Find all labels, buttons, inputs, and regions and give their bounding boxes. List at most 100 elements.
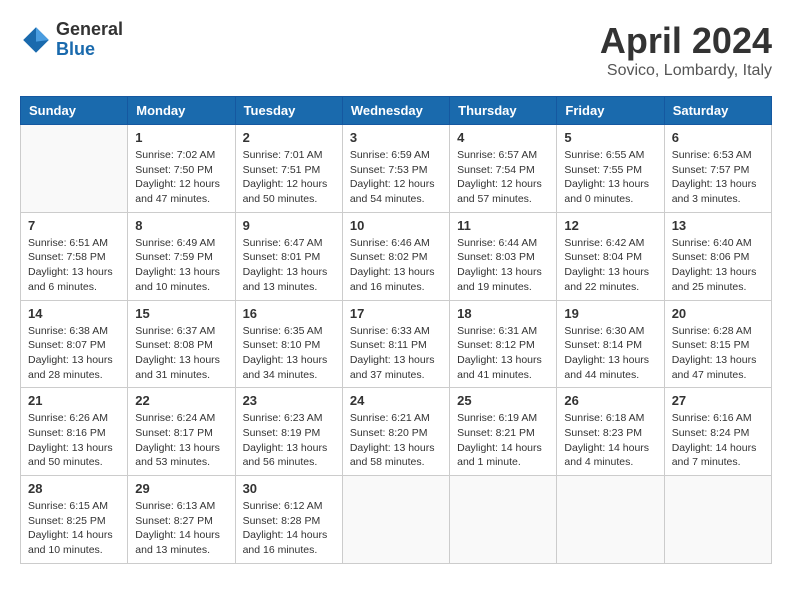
day-number: 7 xyxy=(28,218,120,233)
day-number: 20 xyxy=(672,306,764,321)
header-day: Thursday xyxy=(450,97,557,125)
day-info: Sunrise: 6:31 AMSunset: 8:12 PMDaylight:… xyxy=(457,324,549,383)
calendar-cell xyxy=(450,476,557,564)
calendar-cell: 1Sunrise: 7:02 AMSunset: 7:50 PMDaylight… xyxy=(128,125,235,213)
calendar-cell: 29 Sunrise: 6:13 AMSunset: 8:27 PMDayligh… xyxy=(128,476,235,564)
calendar-cell xyxy=(21,125,128,213)
calendar-week-row: 21 Sunrise: 6:26 AMSunset: 8:16 PMDayligh… xyxy=(21,388,772,476)
calendar-cell xyxy=(342,476,449,564)
day-number: 1 xyxy=(135,130,227,145)
calendar-cell: 26 Sunrise: 6:18 AMSunset: 8:23 PMDayligh… xyxy=(557,388,664,476)
day-info: Sunrise: 6:30 AMSunset: 8:14 PMDaylight:… xyxy=(564,324,656,383)
day-number: 12 xyxy=(564,218,656,233)
day-number: 25 xyxy=(457,393,549,408)
day-info: Sunrise: 6:21 AMSunset: 8:20 PMDaylight:… xyxy=(350,411,442,470)
header-row: SundayMondayTuesdayWednesdayThursdayFrid… xyxy=(21,97,772,125)
calendar-cell: 10Sunrise: 6:46 AMSunset: 8:02 PMDayligh… xyxy=(342,212,449,300)
calendar-cell: 28 Sunrise: 6:15 AMSunset: 8:25 PMDayligh… xyxy=(21,476,128,564)
logo-icon xyxy=(20,24,52,56)
day-number: 18 xyxy=(457,306,549,321)
day-number: 21 xyxy=(28,393,120,408)
day-number: 2 xyxy=(243,130,335,145)
logo-text: General Blue xyxy=(56,20,123,60)
calendar-cell: 2Sunrise: 7:01 AMSunset: 7:51 PMDaylight… xyxy=(235,125,342,213)
subtitle: Sovico, Lombardy, Italy xyxy=(600,62,772,80)
day-info: Sunrise: 6:28 AMSunset: 8:15 PMDaylight:… xyxy=(672,324,764,383)
title-block: April 2024 Sovico, Lombardy, Italy xyxy=(600,20,772,80)
calendar-cell: 30 Sunrise: 6:12 AMSunset: 8:28 PMDayligh… xyxy=(235,476,342,564)
day-number: 13 xyxy=(672,218,764,233)
calendar-cell: 19 Sunrise: 6:30 AMSunset: 8:14 PMDayligh… xyxy=(557,300,664,388)
day-info: Sunrise: 6:15 AMSunset: 8:25 PMDaylight:… xyxy=(28,499,120,558)
day-number: 29 xyxy=(135,481,227,496)
day-number: 10 xyxy=(350,218,442,233)
calendar-cell: 22Sunrise: 6:24 AMSunset: 8:17 PMDayligh… xyxy=(128,388,235,476)
calendar-cell: 6Sunrise: 6:53 AMSunset: 7:57 PMDaylight… xyxy=(664,125,771,213)
calendar-cell: 21 Sunrise: 6:26 AMSunset: 8:16 PMDayligh… xyxy=(21,388,128,476)
calendar-cell xyxy=(557,476,664,564)
day-number: 28 xyxy=(28,481,120,496)
logo-blue: Blue xyxy=(56,40,123,60)
calendar-table: SundayMondayTuesdayWednesdayThursdayFrid… xyxy=(20,96,772,564)
day-info: Sunrise: 6:59 AMSunset: 7:53 PMDaylight:… xyxy=(350,148,442,207)
header-day: Tuesday xyxy=(235,97,342,125)
day-info: Sunrise: 6:26 AMSunset: 8:16 PMDaylight:… xyxy=(28,411,120,470)
day-number: 3 xyxy=(350,130,442,145)
calendar-cell: 4 Sunrise: 6:57 AMSunset: 7:54 PMDaylight… xyxy=(450,125,557,213)
header-day: Monday xyxy=(128,97,235,125)
day-number: 30 xyxy=(243,481,335,496)
day-info: Sunrise: 6:33 AMSunset: 8:11 PMDaylight:… xyxy=(350,324,442,383)
day-info: Sunrise: 6:12 AMSunset: 8:28 PMDaylight:… xyxy=(243,499,335,558)
day-info: Sunrise: 6:18 AMSunset: 8:23 PMDaylight:… xyxy=(564,411,656,470)
day-info: Sunrise: 6:37 AMSunset: 8:08 PMDaylight:… xyxy=(135,324,227,383)
day-number: 24 xyxy=(350,393,442,408)
page-header: General Blue April 2024 Sovico, Lombardy… xyxy=(20,20,772,80)
calendar-cell xyxy=(664,476,771,564)
day-info: Sunrise: 6:49 AMSunset: 7:59 PMDaylight:… xyxy=(135,236,227,295)
main-title: April 2024 xyxy=(600,20,772,62)
day-info: Sunrise: 6:35 AMSunset: 8:10 PMDaylight:… xyxy=(243,324,335,383)
day-info: Sunrise: 6:24 AMSunset: 8:17 PMDaylight:… xyxy=(135,411,227,470)
day-info: Sunrise: 6:44 AMSunset: 8:03 PMDaylight:… xyxy=(457,236,549,295)
day-info: Sunrise: 6:55 AMSunset: 7:55 PMDaylight:… xyxy=(564,148,656,207)
calendar-cell: 27 Sunrise: 6:16 AMSunset: 8:24 PMDayligh… xyxy=(664,388,771,476)
day-number: 19 xyxy=(564,306,656,321)
calendar-cell: 23Sunrise: 6:23 AMSunset: 8:19 PMDayligh… xyxy=(235,388,342,476)
calendar-cell: 24 Sunrise: 6:21 AMSunset: 8:20 PMDayligh… xyxy=(342,388,449,476)
calendar-cell: 17 Sunrise: 6:33 AMSunset: 8:11 PMDayligh… xyxy=(342,300,449,388)
day-number: 14 xyxy=(28,306,120,321)
calendar-cell: 9 Sunrise: 6:47 AMSunset: 8:01 PMDaylight… xyxy=(235,212,342,300)
day-info: Sunrise: 6:23 AMSunset: 8:19 PMDaylight:… xyxy=(243,411,335,470)
day-info: Sunrise: 6:51 AMSunset: 7:58 PMDaylight:… xyxy=(28,236,120,295)
day-info: Sunrise: 6:19 AMSunset: 8:21 PMDaylight:… xyxy=(457,411,549,470)
calendar-cell: 5 Sunrise: 6:55 AMSunset: 7:55 PMDaylight… xyxy=(557,125,664,213)
header-day: Wednesday xyxy=(342,97,449,125)
calendar-cell: 25 Sunrise: 6:19 AMSunset: 8:21 PMDayligh… xyxy=(450,388,557,476)
day-info: Sunrise: 6:16 AMSunset: 8:24 PMDaylight:… xyxy=(672,411,764,470)
calendar-cell: 8Sunrise: 6:49 AMSunset: 7:59 PMDaylight… xyxy=(128,212,235,300)
calendar-cell: 18 Sunrise: 6:31 AMSunset: 8:12 PMDayligh… xyxy=(450,300,557,388)
day-info: Sunrise: 6:13 AMSunset: 8:27 PMDaylight:… xyxy=(135,499,227,558)
day-number: 9 xyxy=(243,218,335,233)
day-info: Sunrise: 6:42 AMSunset: 8:04 PMDaylight:… xyxy=(564,236,656,295)
header-day: Friday xyxy=(557,97,664,125)
header-day: Sunday xyxy=(21,97,128,125)
day-number: 17 xyxy=(350,306,442,321)
day-number: 5 xyxy=(564,130,656,145)
day-number: 11 xyxy=(457,218,549,233)
logo: General Blue xyxy=(20,20,123,60)
day-info: Sunrise: 6:47 AMSunset: 8:01 PMDaylight:… xyxy=(243,236,335,295)
day-info: Sunrise: 6:38 AMSunset: 8:07 PMDaylight:… xyxy=(28,324,120,383)
day-number: 27 xyxy=(672,393,764,408)
day-number: 4 xyxy=(457,130,549,145)
header-day: Saturday xyxy=(664,97,771,125)
day-info: Sunrise: 6:53 AMSunset: 7:57 PMDaylight:… xyxy=(672,148,764,207)
day-info: Sunrise: 6:57 AMSunset: 7:54 PMDaylight:… xyxy=(457,148,549,207)
calendar-cell: 13 Sunrise: 6:40 AMSunset: 8:06 PMDayligh… xyxy=(664,212,771,300)
day-number: 26 xyxy=(564,393,656,408)
day-info: Sunrise: 6:40 AMSunset: 8:06 PMDaylight:… xyxy=(672,236,764,295)
calendar-cell: 14 Sunrise: 6:38 AMSunset: 8:07 PMDayligh… xyxy=(21,300,128,388)
calendar-cell: 16Sunrise: 6:35 AMSunset: 8:10 PMDayligh… xyxy=(235,300,342,388)
calendar-cell: 15Sunrise: 6:37 AMSunset: 8:08 PMDayligh… xyxy=(128,300,235,388)
calendar-cell: 7 Sunrise: 6:51 AMSunset: 7:58 PMDaylight… xyxy=(21,212,128,300)
